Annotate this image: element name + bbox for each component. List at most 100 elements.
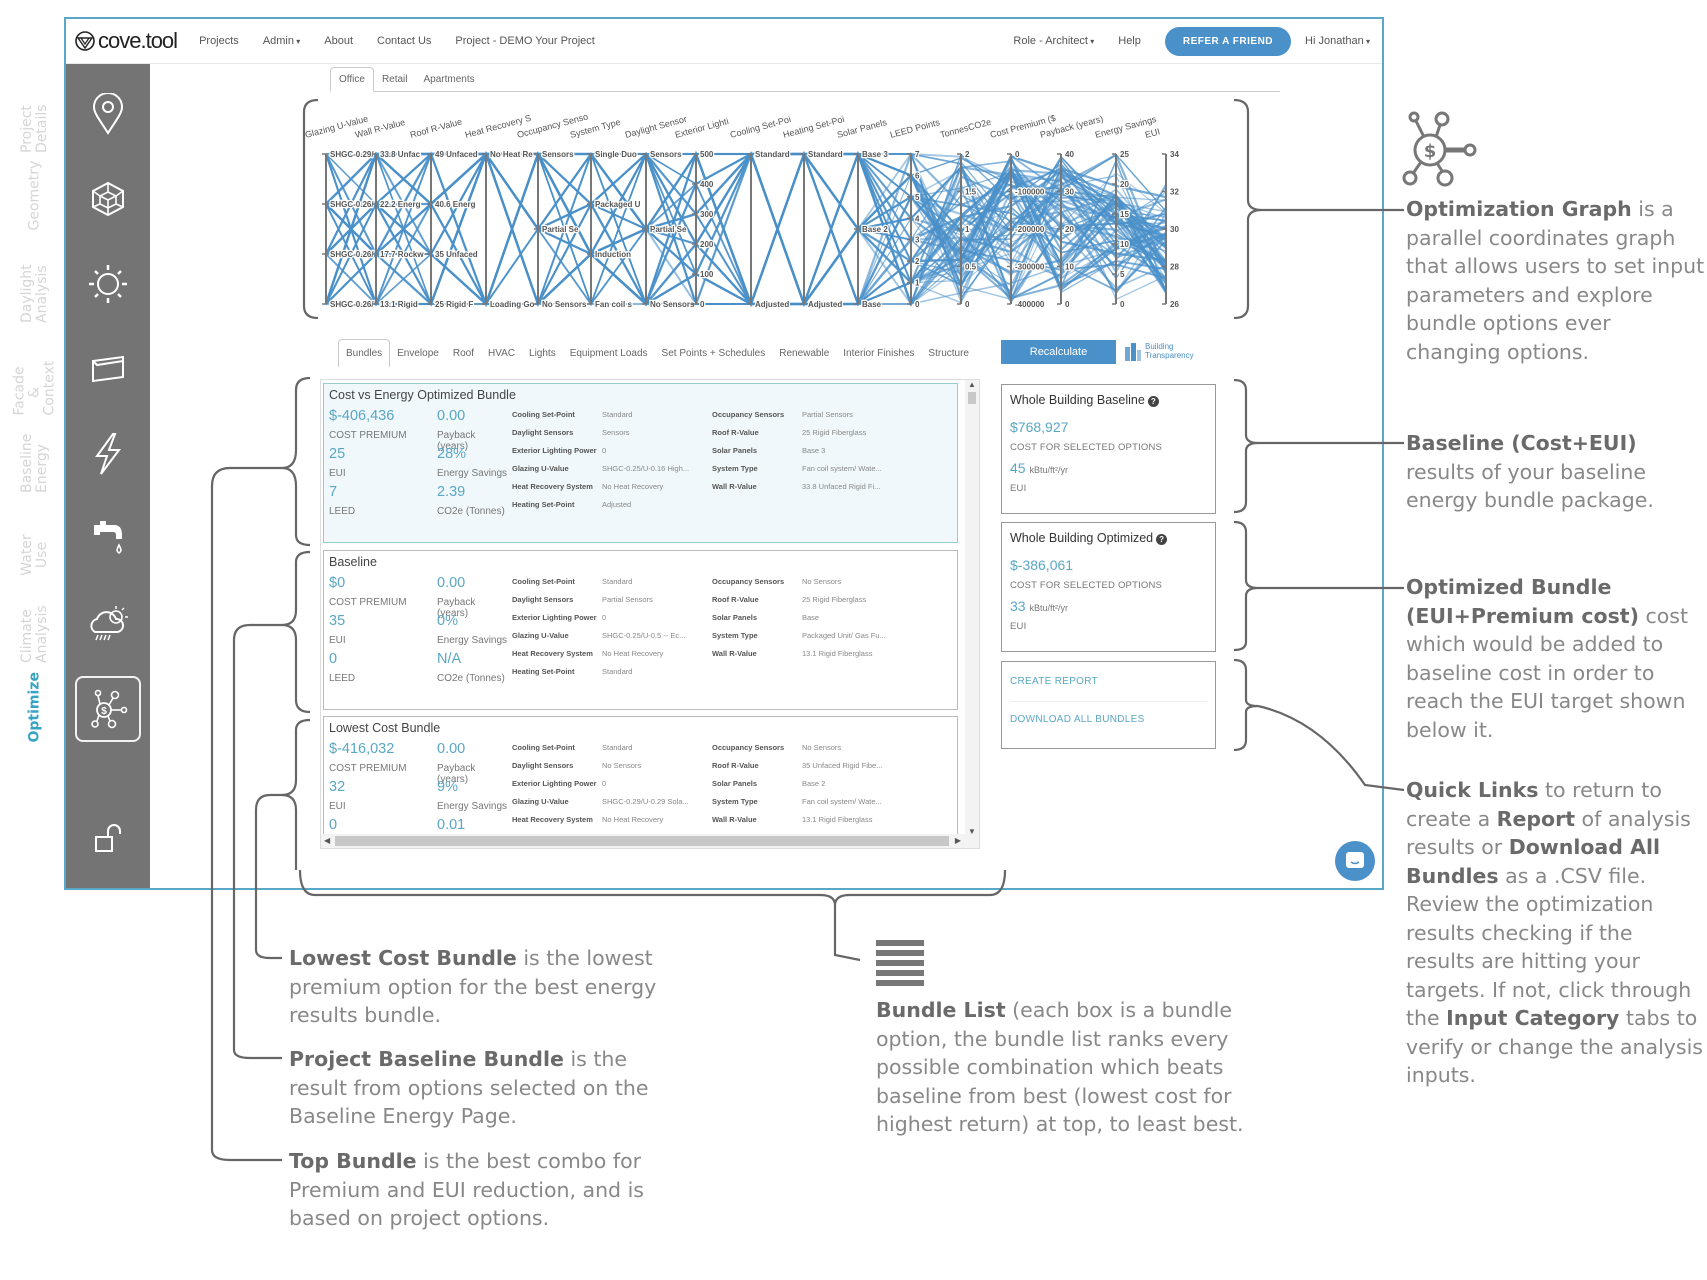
option-key: Cooling Set-Point [512, 410, 575, 419]
sidebar-item-climate[interactable] [78, 594, 138, 654]
sidebar-item-project-details[interactable] [78, 84, 138, 144]
unlock-icon [95, 824, 121, 852]
input-category-tabs: Bundles Envelope Roof HVAC Lights Equipment L… [338, 339, 976, 367]
tab-retail[interactable]: Retail [374, 68, 416, 91]
sidebar-label-baseline-energy[interactable]: Baseline Energy [19, 434, 50, 493]
scroll-up-icon[interactable]: ▲ [968, 380, 976, 389]
sidebar-item-daylight[interactable] [78, 254, 138, 314]
sidebar-item-geometry[interactable] [78, 169, 138, 229]
sidebar-lock[interactable] [78, 809, 138, 869]
sidebar-label-daylight[interactable]: Daylight Analysis [19, 264, 50, 323]
tab-office[interactable]: Office [330, 67, 374, 92]
tab-apartments[interactable]: Apartments [416, 68, 483, 91]
baseline-cost-label: COST FOR SELECTED OPTIONS [1010, 442, 1163, 453]
annotation-baseline: Baseline (Cost+EUI) results of your base… [1406, 431, 1654, 512]
axis-title[interactable]: Heating Set-Poi [782, 114, 845, 140]
bundle-savings-label: Energy Savings [437, 635, 508, 646]
sidebar-item-facade[interactable] [78, 339, 138, 399]
optimization-graph[interactable]: Glazing U-Value SHGC-0.29/SHGC-0.26/SHGC-… [286, 94, 1306, 324]
sidebar-label-water-use[interactable]: Water Use [19, 532, 50, 578]
logo-text: cove.tool [98, 28, 178, 53]
nav-project[interactable]: Project - DEMO Your Project [455, 35, 594, 47]
tick-label: 17.7 Rockw [380, 250, 424, 259]
logo[interactable]: cove.tool [74, 28, 178, 54]
bundle-card[interactable]: Lowest Cost Bundle $-416,032 COST PREMIUM 3… [323, 716, 958, 848]
option-key: Daylight Sensors [512, 595, 574, 604]
option-value: Partial Sensors [602, 595, 653, 604]
axis-title[interactable]: EUI [1144, 126, 1161, 140]
tab-envelope[interactable]: Envelope [390, 340, 446, 367]
sidebar-label-project-details[interactable]: Project Details [19, 104, 50, 153]
bundle-co2-value: 0.01 [437, 817, 466, 833]
sidebar-label-facade[interactable]: Facade & Context [12, 361, 58, 416]
download-all-bundles-link[interactable]: DOWNLOAD ALL BUNDLES [1010, 714, 1207, 725]
tab-bundles[interactable]: Bundles [338, 339, 391, 367]
tick-label: 0 [1015, 150, 1020, 159]
tick-label: 4 [915, 214, 920, 223]
sidebar-label-optimize[interactable]: Optimize [27, 672, 43, 742]
quick-links-card: CREATE REPORT DOWNLOAD ALL BUNDLES [1001, 661, 1216, 749]
tab-renewable[interactable]: Renewable [772, 340, 836, 367]
tick-label: 400 [700, 180, 714, 189]
tick-label: 32 [1170, 188, 1179, 197]
tick-label: SHGC-0.26/ [330, 250, 374, 259]
scroll-right-icon[interactable]: ▶ [955, 836, 961, 845]
tab-set-points-schedules[interactable]: Set Points + Schedules [655, 340, 773, 367]
sidebar-label-geometry[interactable]: Geometry [27, 161, 43, 231]
tick-label: 33.8 Unfac [380, 150, 421, 159]
sidebar-item-water-use[interactable] [78, 509, 138, 569]
axis-title[interactable]: TonnesCO2e [939, 117, 992, 140]
tab-hvac[interactable]: HVAC [481, 340, 522, 367]
sidebar-label-climate[interactable]: Climate Analysis [19, 605, 50, 663]
role-dropdown[interactable]: Role - Architect [1013, 35, 1094, 47]
bundle-card[interactable]: Baseline $0 COST PREMIUM 35 EUI 0 LEED 0.00 Payb… [323, 550, 958, 710]
tick-label: 10 [1065, 263, 1074, 272]
map-pin-icon [92, 93, 124, 135]
tab-roof[interactable]: Roof [446, 340, 481, 367]
recalculate-button[interactable]: Recalculate [1001, 340, 1116, 364]
option-key: Occupancy Sensors [712, 410, 785, 419]
create-report-link[interactable]: CREATE REPORT [1010, 676, 1207, 687]
tick-label: -400000 [1015, 300, 1045, 309]
option-value: Base 2 [802, 779, 826, 788]
axis-title[interactable]: LEED Points [889, 117, 941, 140]
bundle-card[interactable]: Cost vs Energy Optimized Bundle $-406,436… [323, 383, 958, 543]
sidebar-item-optimize[interactable]: $ [75, 676, 141, 742]
refer-friend-button[interactable]: REFER A FRIEND [1164, 26, 1292, 56]
option-value: 25 Rigid Fiberglass [802, 595, 867, 604]
nav-help[interactable]: Help [1118, 35, 1141, 47]
tick-label: 5 [1120, 270, 1125, 279]
chat-button[interactable] [1335, 841, 1375, 881]
option-value: SHGC-0.25/U-0.5 -- Ec... [602, 631, 686, 640]
tab-lights[interactable]: Lights [522, 340, 563, 367]
vertical-scrollbar[interactable]: ▲ ▼ [965, 380, 979, 836]
parallel-coordinates-chart[interactable]: Glazing U-ValueSHGC-0.29/SHGC-0.26/SHGC-… [286, 94, 1306, 324]
annotation-top-bundle: Top Bundle is the best combo for Premium… [289, 1149, 644, 1230]
option-key: Glazing U-Value [512, 631, 569, 640]
horizontal-scrollbar[interactable]: ◀ ▶ [321, 834, 979, 848]
help-icon[interactable]: ? [1147, 396, 1159, 407]
tick-label: 0 [1120, 300, 1125, 309]
sidebar-item-baseline-energy[interactable] [78, 424, 138, 484]
scroll-left-icon[interactable]: ◀ [324, 836, 330, 845]
bundle-payback-value: 0.00 [437, 408, 466, 424]
nav-about[interactable]: About [324, 35, 353, 47]
nav-admin[interactable]: Admin [263, 35, 300, 47]
bundle-title: Cost vs Energy Optimized Bundle [329, 388, 516, 402]
svg-text:$: $ [1424, 141, 1437, 162]
bundle-cost-label: COST PREMIUM [329, 597, 407, 608]
tick-label: 0 [700, 300, 705, 309]
sidebar: $ [66, 64, 150, 888]
help-icon[interactable]: ? [1156, 534, 1168, 545]
tab-structure[interactable]: Structure [921, 340, 976, 367]
building-transparency-link[interactable]: Building Transparency [1124, 341, 1194, 361]
tab-equipment-loads[interactable]: Equipment Loads [563, 340, 655, 367]
nav-projects[interactable]: Projects [199, 35, 239, 47]
nav-contact[interactable]: Contact Us [377, 35, 431, 47]
bundle-list[interactable]: Cost vs Energy Optimized Bundle $-406,436… [320, 379, 980, 849]
user-menu[interactable]: Hi Jonathan [1305, 35, 1370, 47]
annotation-project-baseline: Project Baseline Bundle is the result fr… [289, 1047, 649, 1128]
axis-title[interactable]: Roof R-Value [409, 116, 463, 139]
chat-bubble-icon [1346, 852, 1364, 868]
tab-interior-finishes[interactable]: Interior Finishes [836, 340, 921, 367]
